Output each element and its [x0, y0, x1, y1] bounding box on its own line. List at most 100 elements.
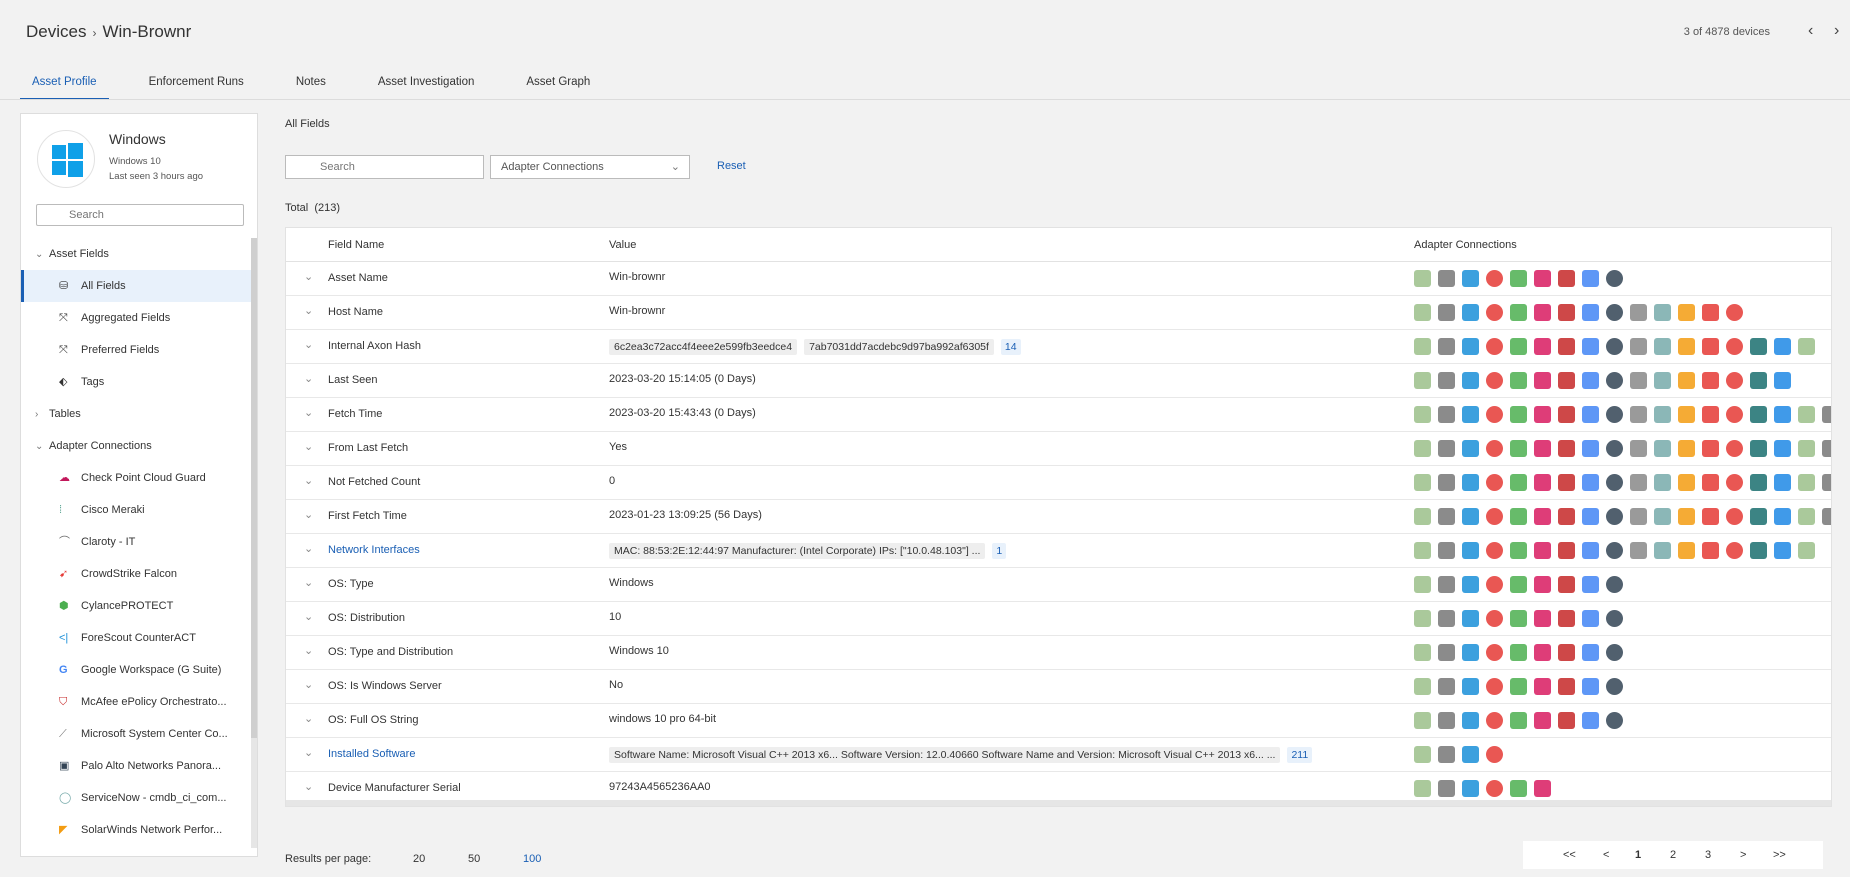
chevron-down-icon[interactable]: ⌄ [304, 678, 313, 691]
adapter-icon[interactable] [1558, 270, 1575, 287]
adapter-icon[interactable] [1702, 542, 1719, 559]
adapter-icon[interactable] [1486, 610, 1503, 627]
adapter-icon[interactable] [1774, 406, 1791, 423]
adapter-icon[interactable] [1438, 712, 1455, 729]
page-prev[interactable]: < [1603, 849, 1609, 861]
adapter-icon[interactable] [1582, 338, 1599, 355]
column-value[interactable]: Value [609, 239, 636, 251]
adapter-icon[interactable] [1534, 270, 1551, 287]
adapter-icon[interactable] [1510, 406, 1527, 423]
page-1[interactable]: 1 [1635, 849, 1641, 861]
adapter-icon[interactable] [1414, 576, 1431, 593]
adapter-icon[interactable] [1558, 576, 1575, 593]
adapter-icon[interactable] [1486, 474, 1503, 491]
adapter-icon[interactable] [1774, 372, 1791, 389]
adapter-icon[interactable] [1414, 678, 1431, 695]
adapter-icon[interactable] [1582, 678, 1599, 695]
chevron-down-icon[interactable]: ⌄ [304, 406, 313, 419]
adapter-icon[interactable] [1534, 610, 1551, 627]
adapter-icon[interactable] [1654, 474, 1671, 491]
table-row[interactable]: ⌄ From Last Fetch Yes [286, 432, 1831, 466]
adapter-icon[interactable] [1414, 508, 1431, 525]
adapter-icon[interactable] [1582, 542, 1599, 559]
adapter-icon[interactable] [1582, 474, 1599, 491]
adapter-icon[interactable] [1558, 542, 1575, 559]
adapter-icon[interactable] [1462, 474, 1479, 491]
adapter-icon[interactable] [1726, 372, 1743, 389]
adapter-icon[interactable] [1726, 304, 1743, 321]
tab-asset-profile[interactable]: Asset Profile [20, 70, 109, 100]
table-row[interactable]: ⌄ Installed Software Software Name: Micros… [286, 738, 1831, 772]
adapter-icon[interactable] [1606, 576, 1623, 593]
adapter-icon[interactable] [1630, 508, 1647, 525]
table-row[interactable]: ⌄ Not Fetched Count 0 [286, 466, 1831, 500]
adapter-icon[interactable] [1486, 270, 1503, 287]
adapter-icon[interactable] [1726, 406, 1743, 423]
adapter-item[interactable]: ◤ SolarWinds Network Perfor... [21, 814, 251, 846]
adapter-icon[interactable] [1534, 338, 1551, 355]
adapter-icon[interactable] [1534, 576, 1551, 593]
adapter-icon[interactable] [1654, 542, 1671, 559]
adapter-icon[interactable] [1438, 440, 1455, 457]
adapter-icon[interactable] [1486, 576, 1503, 593]
adapter-item[interactable]: ◯ ServiceNow - cmdb_ci_com... [21, 782, 251, 814]
adapter-icon[interactable] [1774, 542, 1791, 559]
adapter-icon[interactable] [1702, 338, 1719, 355]
adapter-icon[interactable] [1462, 678, 1479, 695]
adapter-icon[interactable] [1726, 338, 1743, 355]
adapter-icon[interactable] [1534, 304, 1551, 321]
table-row[interactable]: ⌄IDmeraki-10.0.48.1031e4ec3ae-728d-4660-… [286, 806, 1831, 807]
table-row[interactable]: ⌄ Fetch Time 2023-03-20 15:43:43 (0 Days) [286, 398, 1831, 432]
adapter-icon[interactable] [1510, 372, 1527, 389]
adapter-icon[interactable] [1606, 270, 1623, 287]
tab-asset-investigation[interactable]: Asset Investigation [366, 70, 487, 100]
tab-enforcement-runs[interactable]: Enforcement Runs [137, 70, 256, 100]
adapter-icon[interactable] [1510, 338, 1527, 355]
adapter-icon[interactable] [1486, 508, 1503, 525]
table-row[interactable]: ⌄ Last Seen 2023-03-20 15:14:05 (0 Days) [286, 364, 1831, 398]
adapter-icon[interactable] [1558, 440, 1575, 457]
chevron-down-icon[interactable]: ⌄ [304, 338, 313, 351]
tab-asset-graph[interactable]: Asset Graph [514, 70, 602, 100]
chevron-down-icon[interactable]: ⌄ [304, 372, 313, 385]
adapter-icon[interactable] [1414, 644, 1431, 661]
adapter-icon[interactable] [1678, 406, 1695, 423]
adapter-icon[interactable] [1726, 508, 1743, 525]
adapter-icon[interactable] [1678, 508, 1695, 525]
adapter-icon[interactable] [1534, 644, 1551, 661]
adapter-icon[interactable] [1750, 474, 1767, 491]
adapter-icon[interactable] [1534, 406, 1551, 423]
adapter-icon[interactable] [1438, 644, 1455, 661]
adapter-icon[interactable] [1510, 780, 1527, 797]
adapter-icon[interactable] [1630, 440, 1647, 457]
adapter-icon[interactable] [1750, 372, 1767, 389]
adapter-icon[interactable] [1654, 372, 1671, 389]
sidebar-item-all-fields[interactable]: ⛁ All Fields [21, 270, 251, 302]
table-row[interactable]: ⌄ Asset Name Win-brownr [286, 262, 1831, 296]
chevron-down-icon[interactable]: ⌄ [304, 610, 313, 623]
adapter-icon[interactable] [1678, 372, 1695, 389]
adapter-icon[interactable] [1702, 474, 1719, 491]
adapter-item[interactable]: <| ForeScout CounterACT [21, 622, 251, 654]
table-row[interactable]: ⌄ First Fetch Time 2023-01-23 13:09:25 (56… [286, 500, 1831, 534]
adapter-icon[interactable] [1630, 304, 1647, 321]
adapter-icon[interactable] [1414, 712, 1431, 729]
adapter-icon[interactable] [1414, 474, 1431, 491]
fields-search-input[interactable] [285, 155, 484, 179]
adapter-icon[interactable] [1822, 474, 1831, 491]
chevron-down-icon[interactable]: ⌄ [304, 304, 313, 317]
adapter-item[interactable]: ⌒ Claroty - IT [21, 526, 251, 558]
adapter-icon[interactable] [1654, 304, 1671, 321]
adapter-item[interactable]: ⬢ CylancePROTECT [21, 590, 251, 622]
adapter-icon[interactable] [1606, 712, 1623, 729]
adapter-icon[interactable] [1558, 406, 1575, 423]
adapter-icon[interactable] [1822, 406, 1831, 423]
adapter-icon[interactable] [1558, 644, 1575, 661]
adapter-icon[interactable] [1774, 440, 1791, 457]
adapter-icon[interactable] [1414, 780, 1431, 797]
value-count-badge[interactable]: 14 [1000, 339, 1021, 355]
adapter-icon[interactable] [1582, 406, 1599, 423]
adapter-icon[interactable] [1438, 678, 1455, 695]
adapter-item[interactable]: ☁ Check Point Cloud Guard [21, 462, 251, 494]
adapter-icon[interactable] [1486, 338, 1503, 355]
